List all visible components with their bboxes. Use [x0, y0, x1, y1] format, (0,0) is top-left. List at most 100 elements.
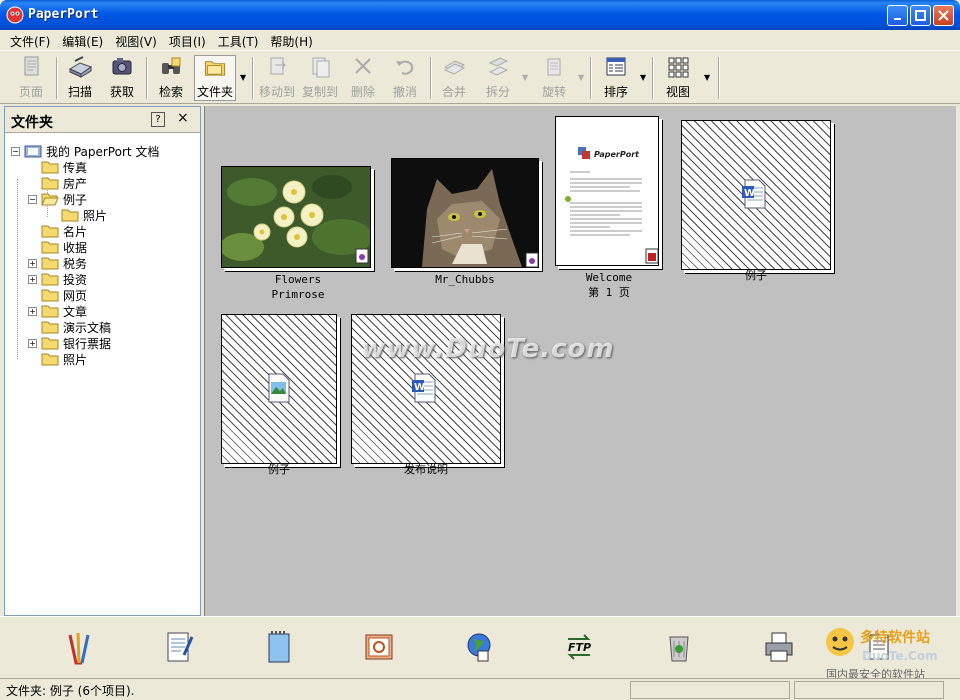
- expand-icon[interactable]: +: [28, 338, 37, 348]
- image-document-icon: [268, 373, 290, 403]
- sort-label: 排序: [603, 85, 628, 99]
- tree-folder-receipts[interactable]: 收据: [41, 239, 87, 255]
- collapse-icon[interactable]: −: [28, 194, 37, 204]
- documents-root-icon: [24, 145, 42, 158]
- tree-folder-fax[interactable]: 传真: [41, 159, 87, 175]
- word-document-icon: W: [412, 373, 436, 403]
- duote-logo-icon: 多特软件站 DuoTe.Com 国内最安全的软件站: [826, 628, 938, 681]
- rotate-button[interactable]: 旋转: [536, 55, 572, 101]
- tree-folder-property[interactable]: 房产: [41, 175, 87, 191]
- folder-icon: [41, 273, 59, 286]
- scan-button[interactable]: 扫描: [62, 55, 98, 101]
- menu-tools[interactable]: 工具(T): [212, 30, 265, 50]
- minimize-icon: [893, 17, 901, 20]
- folder-pane-close-button[interactable]: ×: [177, 110, 189, 126]
- tree-folder-photos[interactable]: 照片: [41, 351, 87, 367]
- toolbar-separator: [652, 57, 654, 99]
- merge-button[interactable]: 合并: [436, 55, 472, 101]
- binoculars-icon: [162, 57, 181, 74]
- toolbar-separator: [590, 57, 592, 99]
- undo-button[interactable]: 撤消: [388, 55, 422, 101]
- split-button[interactable]: 拆分: [480, 55, 516, 101]
- tree-folder-label: 照片: [63, 352, 88, 367]
- tree-folder-label: 税务: [63, 256, 88, 271]
- maximize-icon: [915, 10, 926, 21]
- tree-folder-examples[interactable]: − 例子: [28, 191, 87, 207]
- folder-pane-header: 文件夹 ? ×: [5, 107, 200, 133]
- tree-folder-taxes[interactable]: + 税务: [28, 255, 87, 271]
- menu-view[interactable]: 视图(V): [109, 30, 163, 50]
- minimize-button[interactable]: [887, 5, 908, 26]
- menu-edit[interactable]: 编辑(E): [56, 30, 109, 50]
- copy-to-button[interactable]: 复制到: [301, 55, 339, 101]
- duote-logo-watermark: 多特软件站 DuoTe.Com 国内最安全的软件站: [822, 620, 958, 684]
- close-button[interactable]: [933, 5, 954, 26]
- notepad-icon[interactable]: [162, 629, 196, 665]
- folder-icon: [41, 353, 59, 366]
- view-button[interactable]: 视图: [660, 55, 696, 101]
- menu-help[interactable]: 帮助(H): [264, 30, 318, 50]
- move-to-button[interactable]: 移动到: [258, 55, 296, 101]
- ftp-icon[interactable]: FTP: [562, 629, 596, 665]
- menu-item[interactable]: 项目(I): [163, 30, 212, 50]
- expand-icon[interactable]: +: [28, 258, 37, 268]
- folder-icon: [41, 321, 59, 334]
- powerpoint-icon[interactable]: [362, 629, 396, 665]
- page-icon: [24, 56, 39, 76]
- copy-to-label: 复制到: [301, 85, 338, 99]
- search-button[interactable]: 检索: [152, 55, 190, 101]
- tree-line: [17, 179, 18, 359]
- toolbar-separator: [430, 57, 432, 99]
- cat-photo-icon: [392, 159, 538, 267]
- tree-folder-articles[interactable]: + 文章: [28, 303, 87, 319]
- split-dropdown-arrow-icon[interactable]: ▼: [522, 73, 528, 82]
- maximize-button[interactable]: [910, 5, 931, 26]
- sort-dropdown-arrow-icon[interactable]: ▼: [640, 73, 646, 82]
- sort-button[interactable]: 排序: [598, 55, 634, 101]
- expand-icon[interactable]: +: [28, 306, 37, 316]
- acquire-button[interactable]: 获取: [104, 55, 140, 101]
- acquire-label: 获取: [109, 85, 134, 99]
- tree-folder-business-cards[interactable]: 名片: [41, 223, 87, 239]
- page-label: 页面: [18, 85, 43, 99]
- image-file-badge-icon: [355, 248, 369, 264]
- paperport-app-icon[interactable]: [6, 6, 24, 24]
- folder-dropdown-arrow-icon[interactable]: ▼: [240, 73, 246, 82]
- flowers-thumbnail[interactable]: [220, 166, 372, 268]
- tree-root[interactable]: − 我的 PaperPort 文档: [11, 143, 159, 159]
- tree-folder-presentations[interactable]: 演示文稿: [41, 319, 111, 335]
- recycle-bin-icon[interactable]: [662, 629, 696, 665]
- folder-icon: [41, 257, 59, 270]
- split-label: 拆分: [485, 85, 510, 99]
- delete-button[interactable]: 删除: [346, 55, 380, 101]
- tree-folder-label: 演示文稿: [63, 320, 112, 335]
- page-button[interactable]: 页面: [12, 55, 50, 101]
- logo-brand-text: 多特软件站: [860, 629, 930, 646]
- rotate-label: 旋转: [541, 85, 566, 99]
- rotate-dropdown-arrow-icon[interactable]: ▼: [578, 73, 584, 82]
- search-label: 检索: [158, 85, 183, 99]
- word-processor-icon[interactable]: [62, 629, 96, 665]
- welcome-document-thumbnail[interactable]: PaperPort: [555, 116, 659, 266]
- tree-folder-bank-statements[interactable]: + 银行票据: [28, 335, 111, 351]
- view-dropdown-arrow-icon[interactable]: ▼: [704, 73, 710, 82]
- printer-icon[interactable]: [762, 629, 796, 665]
- send-to-bar: FTP: [0, 616, 960, 678]
- tree-folder-label: 银行票据: [63, 336, 112, 351]
- folder-button[interactable]: 文件夹: [194, 55, 236, 101]
- cat-thumbnail[interactable]: [391, 158, 539, 268]
- help-button[interactable]: ?: [151, 112, 165, 127]
- svg-text:FTP: FTP: [568, 641, 591, 654]
- web-browser-icon[interactable]: [462, 629, 496, 665]
- tree-folder-investments[interactable]: + 投资: [28, 271, 87, 287]
- folder-pane: 文件夹 ? × − 我的 PaperPort 文档 传真 房产 − 例子 照片: [4, 106, 201, 616]
- tree-folder-label: 房产: [63, 176, 88, 191]
- collapse-icon[interactable]: −: [11, 146, 20, 156]
- tree-folder-examples-photos[interactable]: 照片: [61, 207, 107, 223]
- expand-icon[interactable]: +: [28, 274, 37, 284]
- menu-file[interactable]: 文件(F): [4, 30, 56, 50]
- delete-icon: [355, 58, 371, 74]
- notes-icon[interactable]: [262, 629, 296, 665]
- tree-folder-web-pages[interactable]: 网页: [41, 287, 87, 303]
- folder-icon: [41, 337, 59, 350]
